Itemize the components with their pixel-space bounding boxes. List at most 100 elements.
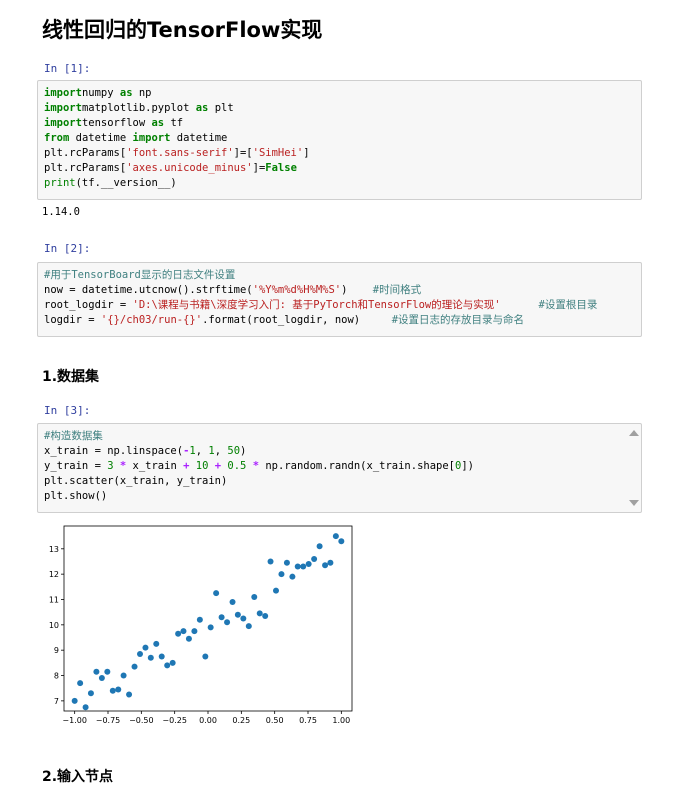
scatter-point [98, 675, 105, 682]
code-line: root_logdir = 'D:\课程与书籍\深度学习入门: 基于PyTorc… [44, 299, 598, 311]
x-tick-label: −0.25 [162, 716, 187, 725]
scatter-point [93, 668, 100, 675]
scatter-point [104, 668, 111, 675]
x-tick-label: 0.00 [199, 716, 217, 725]
code-line: print(tf.__version__) [44, 177, 177, 189]
code-cell-3[interactable]: #构造数据集 x_train = np.linspace(-1, 1, 50) y_… [37, 423, 642, 513]
scatter-point [202, 653, 209, 660]
scatter-point [256, 610, 263, 617]
scroll-up-arrow-icon[interactable] [629, 430, 639, 436]
scatter-point [289, 573, 296, 580]
code-line: #构造数据集 [44, 430, 103, 442]
scroll-down-arrow-icon[interactable] [629, 500, 639, 506]
scatter-point [240, 615, 247, 622]
y-tick-label: 9 [54, 646, 59, 655]
vertical-scrollbar[interactable] [625, 424, 641, 512]
scatter-point [322, 562, 329, 569]
scatter-point [180, 628, 187, 635]
section-heading-input-nodes: 2.输入节点 [42, 769, 114, 785]
code-editor-1[interactable]: importnumpy as np importmatplotlib.pyplot… [38, 81, 641, 196]
code-line: plt.show() [44, 490, 108, 502]
scatter-point [218, 614, 225, 621]
cell-3-prompt: In [3]: [44, 404, 91, 417]
scatter-point [332, 533, 339, 540]
scatter-point [175, 630, 182, 637]
x-tick-label: 0.25 [232, 716, 250, 725]
scatter-point [245, 623, 252, 630]
code-line: plt.scatter(x_train, y_train) [44, 475, 228, 487]
scatter-point [131, 663, 138, 670]
x-tick-label: −0.50 [129, 716, 154, 725]
scatter-point [126, 691, 133, 698]
scatter-point [229, 599, 236, 606]
scatter-point [109, 687, 116, 694]
scatter-point [158, 653, 165, 660]
cell-2-prompt: In [2]: [44, 242, 91, 255]
scatter-point [283, 559, 290, 566]
scatter-point [294, 563, 301, 570]
scatter-point [191, 628, 198, 635]
code-line: from datetime import datetime [44, 132, 228, 144]
code-line: x_train = np.linspace(-1, 1, 50) [44, 445, 247, 457]
scatter-point [87, 690, 94, 697]
x-tick-label: −0.75 [96, 716, 121, 725]
y-tick-label: 12 [49, 570, 59, 579]
scatter-plot: −1.00 −0.75 −0.50 −0.25 0.00 0.25 0.50 0.75 1.00… [49, 525, 353, 725]
scatter-point [169, 659, 176, 666]
code-line: importnumpy as np [44, 87, 152, 99]
page-title: 线性回归的TensorFlow实现 [42, 18, 323, 42]
y-axis-ticks: 7 8 9 10 11 12 13 [49, 545, 64, 706]
scatter-point [153, 640, 160, 647]
y-tick-label: 11 [49, 595, 59, 604]
scatter-point [82, 704, 89, 711]
x-axis-ticks: −1.00 −0.75 −0.50 −0.25 0.00 0.25 0.50 0.75 1.00 [62, 711, 350, 725]
scatter-point [327, 559, 334, 566]
cell-1-prompt: In [1]: [44, 62, 91, 75]
y-tick-label: 13 [49, 545, 59, 554]
code-cell-1[interactable]: importnumpy as np importmatplotlib.pyplot… [37, 80, 642, 200]
scatter-point [142, 644, 149, 651]
scatter-point [300, 563, 307, 570]
x-tick-label: 0.75 [299, 716, 317, 725]
scatter-point [234, 611, 241, 618]
scatter-point [251, 593, 258, 600]
code-editor-3[interactable]: #构造数据集 x_train = np.linspace(-1, 1, 50) y_… [38, 424, 641, 509]
scatter-point [196, 616, 203, 623]
code-cell-2[interactable]: #用于TensorBoard显示的日志文件设置 now = datetime.ut… [37, 262, 642, 337]
scatter-point [338, 538, 345, 545]
code-line: #用于TensorBoard显示的日志文件设置 [44, 269, 236, 281]
scatter-point [305, 561, 312, 568]
code-editor-2[interactable]: #用于TensorBoard显示的日志文件设置 now = datetime.ut… [38, 263, 641, 333]
y-tick-label: 8 [54, 672, 59, 681]
plot-area [63, 525, 353, 712]
code-line: plt.rcParams['axes.unicode_minus']=False [44, 162, 297, 174]
code-line: y_train = 3 * x_train + 10 + 0.5 * np.ra… [44, 460, 474, 472]
scatter-point [77, 680, 84, 687]
scatter-point [273, 587, 279, 594]
scatter-point [115, 686, 122, 693]
y-tick-label: 10 [49, 621, 59, 630]
scatter-point [71, 697, 78, 704]
scatter-point [207, 624, 214, 631]
scatter-point [147, 654, 154, 661]
scatter-point [311, 555, 318, 562]
code-line: plt.rcParams['font.sans-serif']=['SimHei… [44, 147, 310, 159]
x-tick-label: 1.00 [332, 716, 350, 725]
code-line: now = datetime.utcnow().strftime('%Y%m%d… [44, 284, 422, 296]
cell-1-output: 1.14.0 [42, 206, 80, 218]
x-tick-label: 0.50 [266, 716, 284, 725]
scatter-point [213, 590, 220, 597]
code-line: importmatplotlib.pyplot as plt [44, 102, 234, 114]
scatter-point [267, 558, 274, 565]
scatter-point [164, 662, 171, 669]
scatter-point [137, 650, 143, 657]
scatter-point [120, 672, 127, 679]
scatter-point [185, 635, 192, 642]
code-line: importtensorflow as tf [44, 117, 184, 129]
scatter-point [224, 619, 231, 626]
y-tick-label: 7 [54, 697, 59, 706]
scatter-point [278, 571, 285, 578]
scatter-point [316, 543, 323, 550]
code-line: logdir = '{}/ch03/run-{}'.format(root_lo… [44, 314, 525, 326]
scatter-point [262, 612, 269, 619]
